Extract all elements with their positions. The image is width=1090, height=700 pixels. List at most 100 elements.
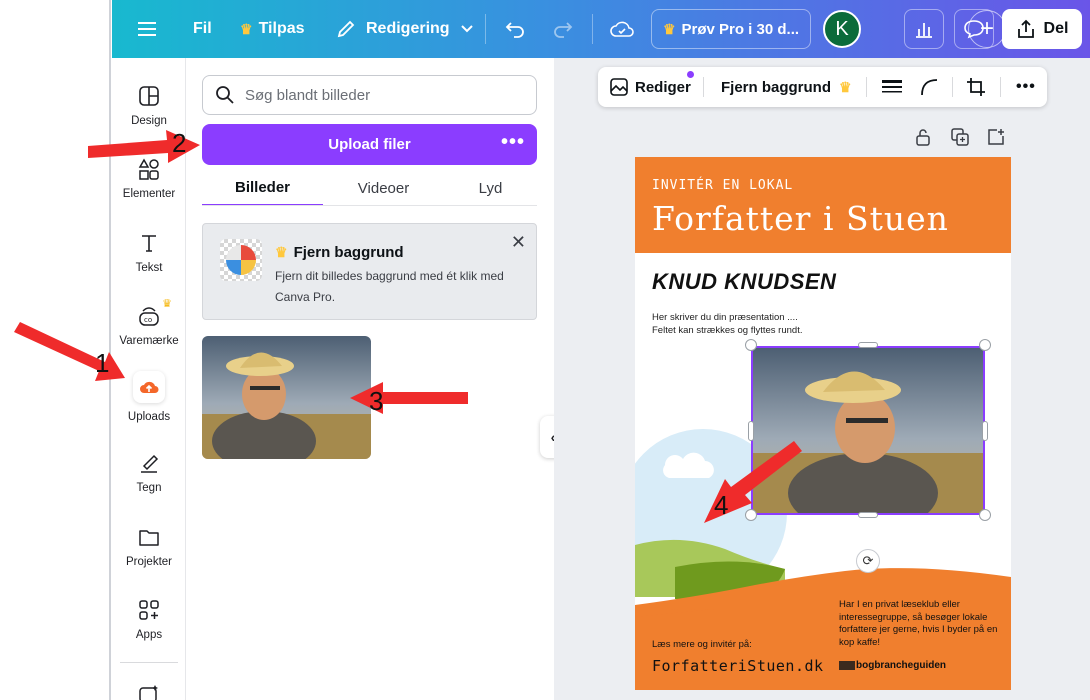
upload-files-button[interactable]: Upload filer ••• [202, 124, 537, 165]
resize-handle-bottom-right[interactable] [979, 509, 991, 521]
separator [592, 14, 593, 44]
crown-icon: ♛ [240, 20, 253, 37]
uploads-panel: Upload filer ••• Billeder Videoer Lyd ♛ F… [186, 58, 554, 700]
canva-editor: Fil ♛ Tilpas Redigering ♛ Prøv Pro i 30 d.… [0, 0, 1090, 700]
file-menu[interactable]: Fil [193, 0, 212, 58]
undo-button[interactable] [504, 0, 526, 58]
lock-button[interactable] [914, 128, 932, 148]
rotate-handle[interactable]: ⟳ [856, 549, 880, 573]
editing-label: Redigering [366, 20, 450, 37]
add-page-button[interactable] [987, 128, 1005, 148]
resize-handle-bottom[interactable] [858, 512, 878, 518]
sidebar-item-uploads[interactable]: Uploads [112, 371, 186, 441]
publisher-logo[interactable]: bogbrancheguiden [839, 660, 946, 671]
redo-button[interactable] [552, 0, 574, 58]
search-input[interactable] [245, 86, 515, 104]
border-style-icon [882, 80, 902, 93]
try-pro-button[interactable]: ♛ Prøv Pro i 30 d... [651, 9, 811, 49]
tab-label: Videoer [357, 179, 410, 197]
border-style-button[interactable] [882, 67, 902, 107]
read-more-text[interactable]: Læs mere og invitér på: [652, 639, 752, 650]
try-pro-label: Prøv Pro i 30 d... [681, 20, 800, 38]
sidebar-item-label: Design [131, 115, 167, 127]
separator [485, 14, 486, 44]
editing-menu[interactable]: Redigering [336, 0, 474, 58]
avatar[interactable]: K [823, 10, 861, 48]
annotation-number-3: 3 [369, 386, 384, 416]
separator [952, 77, 953, 97]
crown-icon: ♛ [275, 244, 288, 260]
resize-handle-bottom-left[interactable] [745, 509, 757, 521]
promo-thumbnail [220, 239, 262, 281]
insights-button[interactable] [904, 9, 944, 49]
more-options-icon[interactable]: ••• [501, 132, 525, 152]
sidebar-item-brand[interactable]: co ♛ Varemærke [112, 298, 186, 373]
uploaded-image-thumbnail[interactable] [202, 336, 371, 459]
website-text[interactable]: ForfatteriStuen.dk [652, 657, 824, 675]
share-icon [1017, 19, 1034, 38]
edit-image-button[interactable]: Rediger [609, 67, 694, 107]
promo-title: ♛ Fjern baggrund [275, 244, 404, 261]
media-tabs: Billeder Videoer Lyd [202, 170, 537, 206]
crown-icon: ♛ [839, 78, 852, 95]
sidebar-item-magic[interactable] [112, 684, 186, 700]
more-icon: ••• [1016, 78, 1036, 95]
sidebar-item-draw[interactable]: Tegn [112, 450, 186, 520]
sidebar-item-label: Elementer [122, 188, 176, 200]
resize-button[interactable]: ♛ Tilpas [240, 0, 305, 58]
menu-button[interactable] [138, 0, 158, 58]
crop-button[interactable] [966, 67, 986, 107]
top-bar: Fil ♛ Tilpas Redigering ♛ Prøv Pro i 30 d.… [112, 0, 1090, 58]
tab-audio[interactable]: Lyd [444, 170, 537, 206]
undo-icon [505, 22, 524, 38]
resize-handle-right[interactable] [982, 421, 988, 441]
remove-background-promo[interactable]: ♛ Fjern baggrund Fjern dit billedes baggr… [202, 223, 537, 320]
selected-image[interactable] [751, 346, 985, 515]
resize-handle-left[interactable] [748, 421, 754, 441]
beach-ball-icon [226, 245, 256, 275]
apps-icon [136, 597, 162, 623]
sidebar-item-text[interactable]: Tekst [112, 230, 186, 300]
corner-rounding-button[interactable] [920, 67, 938, 107]
sidebar-item-label: Varemærke [119, 335, 179, 347]
crop-icon [967, 78, 985, 96]
annotation-number-2: 2 [172, 128, 187, 158]
layout-icon [136, 83, 162, 109]
resize-handle-top-right[interactable] [979, 339, 991, 351]
hamburger-icon [138, 22, 156, 36]
pencil-icon [337, 20, 355, 38]
book-icon [839, 661, 855, 670]
remove-background-button[interactable]: Fjern baggrund ♛ [721, 67, 858, 107]
comment-icon [964, 20, 984, 39]
brand-icon: co ♛ [136, 298, 172, 329]
portrait-photo [202, 336, 371, 459]
resize-handle-top-left[interactable] [745, 339, 757, 351]
file-label: Fil [193, 20, 212, 37]
cloud-save-status[interactable] [610, 0, 634, 58]
sidebar-item-elements[interactable]: Elementer [112, 156, 186, 226]
search-box[interactable] [202, 75, 537, 115]
more-button[interactable]: ••• [1016, 67, 1036, 107]
sidebar-item-apps[interactable]: Apps [112, 597, 186, 667]
close-icon[interactable]: ✕ [511, 232, 526, 253]
remove-bg-label: Fjern baggrund [721, 78, 831, 96]
annotation-number-4: 4 [714, 490, 729, 520]
duplicate-page-button[interactable] [951, 128, 969, 148]
portrait-photo [753, 348, 983, 513]
sidebar-item-projects[interactable]: Projekter [112, 524, 186, 594]
tab-images[interactable]: Billeder [202, 170, 323, 206]
poster-page[interactable]: INVITÉR EN LOKAL Forfatter i Stuen KNUD … [635, 157, 1011, 690]
draw-icon [136, 450, 162, 476]
tab-videos[interactable]: Videoer [323, 170, 444, 206]
upload-label: Upload filer [328, 136, 411, 153]
resize-handle-top[interactable] [858, 342, 878, 348]
invite-text[interactable]: Har I en privat læseklub eller interesse… [839, 599, 999, 649]
text-icon [136, 230, 162, 256]
logo-text: bogbrancheguiden [856, 660, 946, 671]
share-button[interactable]: Del [1002, 9, 1082, 49]
search-icon [216, 86, 234, 104]
folder-icon [136, 524, 162, 550]
comments-button[interactable] [954, 9, 994, 49]
sidebar-divider [120, 662, 178, 663]
sidebar-item-label: Projekter [125, 556, 173, 568]
